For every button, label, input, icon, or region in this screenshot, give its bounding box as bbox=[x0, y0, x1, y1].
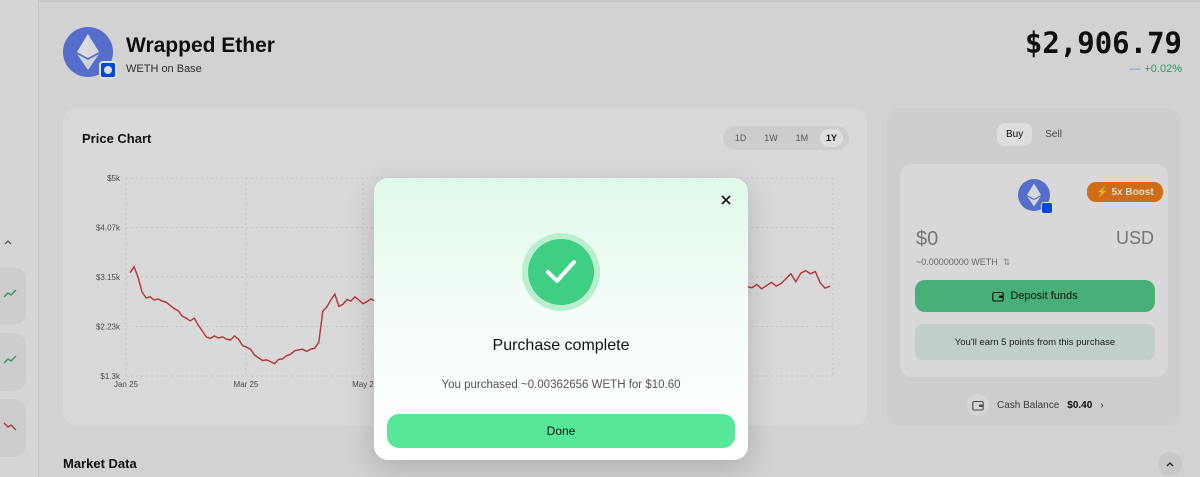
success-circle bbox=[528, 239, 594, 305]
purchase-complete-modal: Purchase complete You purchased ~0.00362… bbox=[374, 178, 748, 460]
checkmark-icon bbox=[546, 260, 576, 283]
close-icon[interactable] bbox=[718, 192, 734, 208]
modal-title: Purchase complete bbox=[492, 337, 630, 354]
modal-description: You purchased ~0.00362656 WETH for $10.6… bbox=[441, 379, 681, 391]
success-indicator bbox=[522, 233, 600, 311]
done-button[interactable]: Done bbox=[387, 414, 735, 448]
